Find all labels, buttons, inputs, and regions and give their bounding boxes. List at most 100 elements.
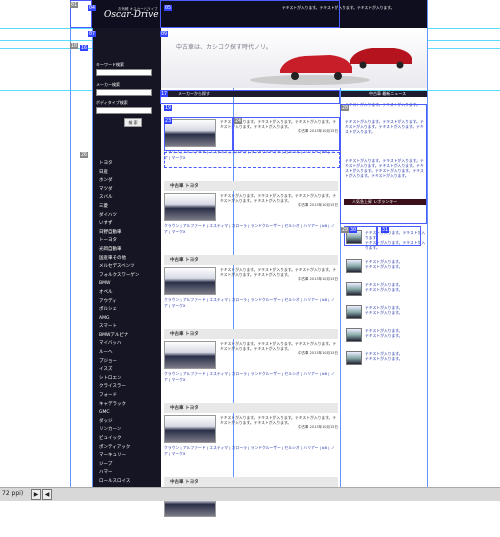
maker-link[interactable]: 日産 [99, 169, 159, 178]
news-item[interactable]: テキストが入ります。テキストが入ります。テキストが入ります。テキストが入ります。… [345, 158, 425, 178]
slice-number: 07 [88, 31, 97, 37]
ranking-item[interactable]: テキストが入ります。テキストが入ります。 テキストが入ります。テキストが入ります。 [346, 230, 426, 250]
left-arrow-icon[interactable]: ◀ [42, 489, 52, 500]
maker-link[interactable]: 国産車その他 [99, 255, 159, 264]
maker-link[interactable]: ロールスロイス [99, 478, 159, 487]
card-title: 中古車 トヨタ [164, 477, 338, 487]
slice-number: 26 [80, 152, 89, 158]
card-model-links[interactable]: クラウン | アルファード | エスティマ | カローラ | ランドクルーザー … [164, 445, 338, 457]
maker-link[interactable]: スバル [99, 194, 159, 203]
car-card: 中古車 トヨタテキストが入ります。テキストが入ります。テキストが入ります。テキス… [164, 329, 338, 383]
ranking-photo[interactable] [346, 305, 362, 319]
car-photo[interactable] [164, 267, 216, 295]
maker-link[interactable]: マツダ [99, 186, 159, 195]
zoom-readout: 72 ppi) [2, 490, 24, 497]
maker-link[interactable]: ハマー [99, 469, 159, 478]
maker-link[interactable]: ポンティアック [99, 444, 159, 453]
slice-number: 24 [234, 118, 243, 124]
maker-link[interactable]: ダイハツ [99, 212, 159, 221]
maker-link[interactable]: AMG [99, 315, 159, 324]
slice-number: 30 [349, 227, 358, 233]
card-date: 中古車 2013年10月15日 [298, 203, 338, 207]
card-list: テキストが入ります。テキストが入ります。テキストが入ります。テキストが入ります。… [164, 117, 338, 537]
maker-link[interactable]: キャデラック [99, 401, 159, 410]
maker-link[interactable]: ビュイック [99, 435, 159, 444]
card-text: テキストが入ります。テキストが入ります。テキストが入ります。テキストが入ります。… [220, 341, 337, 351]
maker-link[interactable]: ルーヘ [99, 349, 159, 358]
maker-link[interactable]: 三菱 [99, 203, 159, 212]
maker-link[interactable]: リンカーン [99, 426, 159, 435]
card-title: 中古車 トヨタ [164, 329, 338, 339]
card-model-links[interactable]: クラウン | アルファード | エスティマ | カローラ | ランドクルーザー … [164, 371, 338, 383]
car-photo[interactable] [164, 415, 216, 443]
maker-link[interactable]: 日野自動車 [99, 229, 159, 238]
maker-link[interactable]: フォルクスワーゲン [99, 272, 159, 281]
ranking-photo[interactable] [346, 259, 362, 273]
ranking-text: テキストが入ります。 [365, 310, 403, 315]
maker-link[interactable]: BMWアルピナ [99, 332, 159, 341]
maker-link[interactable]: シトロエン [99, 375, 159, 384]
maker-link[interactable]: マーキュリー [99, 452, 159, 461]
car-photo[interactable] [164, 193, 216, 221]
play-icon[interactable]: ▶ [31, 489, 41, 500]
slice-number: 20 [341, 105, 350, 111]
maker-link[interactable]: マイバッハ [99, 340, 159, 349]
car-photo[interactable] [164, 341, 216, 369]
maker-link[interactable]: GMC [99, 409, 159, 418]
ranking-photo[interactable] [346, 351, 362, 365]
maker-link[interactable]: スマート [99, 323, 159, 332]
maker-link[interactable]: メルセデスベンツ [99, 263, 159, 272]
maker-link[interactable]: トヨタ [99, 160, 159, 169]
maker-link[interactable]: いすず [99, 220, 159, 229]
keyword-label: キーワード検索 [96, 62, 124, 67]
ranking-item[interactable]: テキストが入ります。 テキストが入ります。 [346, 305, 426, 319]
ranking-item[interactable]: テキストが入ります。 テキストが入ります。 [346, 282, 426, 296]
maker-link[interactable]: アウディ [99, 298, 159, 307]
maker-link[interactable]: クライスラー [99, 383, 159, 392]
slice-number: 23 [164, 118, 173, 124]
header-links-right: テキストが入ります。テキストが入ります。テキストが入ります。 [282, 5, 395, 10]
search-button[interactable]: 検 索 [124, 118, 142, 127]
keyword-input[interactable] [96, 69, 152, 76]
slice-number: 01 [70, 2, 79, 8]
news-item[interactable]: テキストが入ります。テキストが入ります。テキストが入ります。テキストが入ります。… [345, 119, 425, 134]
maker-link[interactable]: ジープ [99, 461, 159, 470]
maker-link[interactable]: トーヨタ [99, 237, 159, 246]
maker-link[interactable]: イスズ [99, 366, 159, 375]
maker-link[interactable]: フォード [99, 392, 159, 401]
bodytype-select[interactable] [96, 107, 152, 114]
ranking-list: テキストが入ります。テキストが入ります。 テキストが入ります。テキストが入ります。… [346, 230, 426, 374]
status-bar: 72 ppi) ▶ ◀ [0, 487, 500, 501]
guide-vertical [427, 0, 428, 487]
news-intro: テキストが入ります。テキストが入ります。 [345, 102, 420, 107]
ranking-title: 人気急上昇 レポランキー [344, 199, 426, 205]
card-model-links[interactable]: クラウン | アルファード | エスティマ | カローラ | ランドクルーザー … [164, 149, 338, 161]
ranking-item[interactable]: テキストが入ります。 テキストが入ります。 [346, 328, 426, 342]
ranking-photo[interactable] [346, 328, 362, 342]
card-model-links[interactable]: クラウン | アルファード | エスティマ | カローラ | ランドクルーザー … [164, 297, 338, 309]
news-title: 中古車 最新ニュース [341, 91, 427, 97]
slice-number: 17 [160, 91, 169, 97]
header-links-left[interactable]: お気軽 オスカードライブ [118, 7, 158, 12]
ranking-photo[interactable] [346, 282, 362, 296]
maker-link[interactable]: BMW [99, 280, 159, 289]
ranking-text: テキストが入ります。 [365, 264, 403, 269]
maker-link[interactable]: ダッジ [99, 418, 159, 427]
maker-link[interactable]: ホンダ [99, 177, 159, 186]
hero-car-image [250, 48, 412, 85]
car-card: 中古車 トヨタ テキストが入ります。テキストが入ります。テキストが入ります。テキス… [164, 403, 338, 457]
ranking-item[interactable]: テキストが入ります。 テキストが入ります。 [346, 351, 426, 365]
card-text: テキストが入ります。テキストが入ります。テキストが入ります。テキストが入ります。… [220, 267, 337, 277]
maker-link[interactable]: ポルシェ [99, 306, 159, 315]
maker-link[interactable]: プジョー [99, 358, 159, 367]
maker-link[interactable]: 光岡自動車 [99, 246, 159, 255]
maker-select[interactable] [96, 89, 152, 96]
card-text: テキストが入ります。テキストが入ります。テキストが入ります。テキストが入ります。… [220, 193, 337, 203]
slice-number: 09 [160, 31, 169, 37]
ranking-item[interactable]: テキストが入ります。 テキストが入ります。 [346, 259, 426, 273]
car-card: 中古車 トヨタ テキストが入ります。テキストが入ります。テキストが入ります。テキス… [164, 255, 338, 309]
slice-number: 05 [164, 5, 173, 11]
ranking-text: テキストが入ります。 [365, 333, 403, 338]
card-model-links[interactable]: クラウン | アルファード | エスティマ | カローラ | ランドクルーザー … [164, 223, 338, 235]
maker-link[interactable]: オペル [99, 289, 159, 298]
